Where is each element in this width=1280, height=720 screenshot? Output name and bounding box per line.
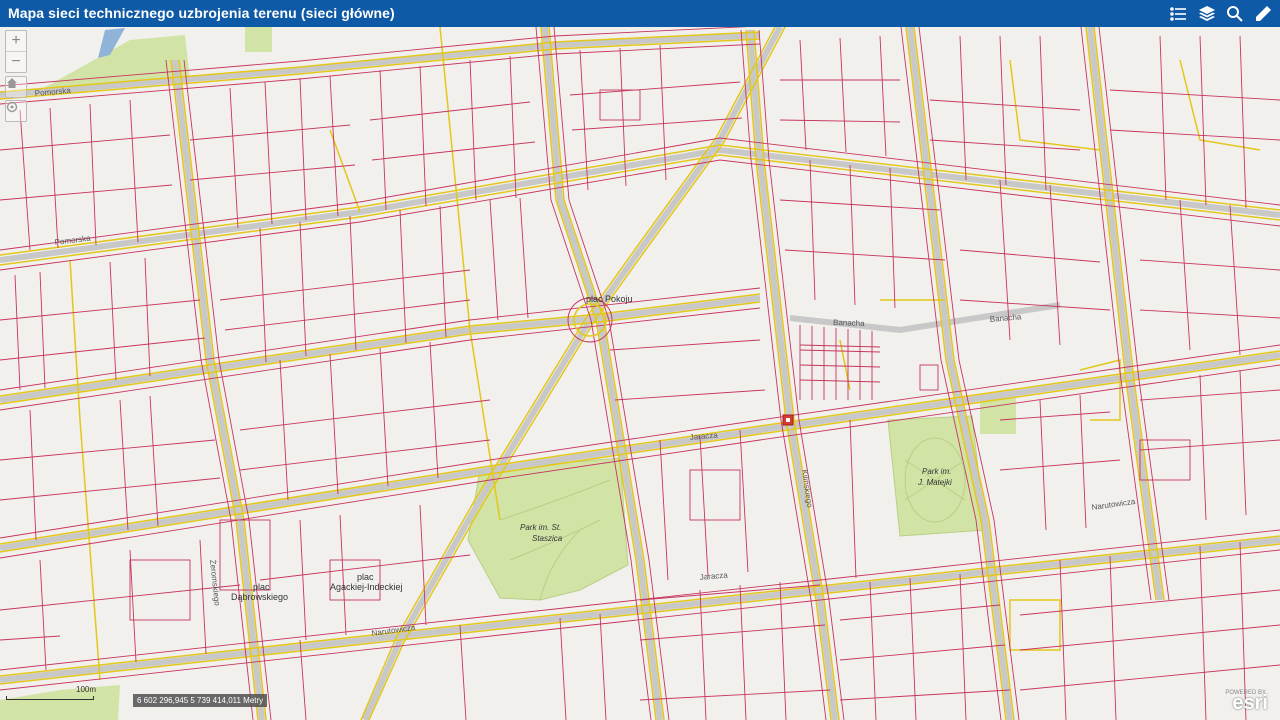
scale-label: 100m: [76, 685, 97, 694]
label-plac-dabrowskiego-1: plac: [253, 582, 270, 592]
marker-icon[interactable]: [782, 414, 794, 426]
green-strip: [245, 27, 272, 52]
green-patch: [980, 398, 1016, 434]
measure-icon[interactable]: [1252, 3, 1274, 24]
search-icon[interactable]: [1224, 3, 1246, 24]
app-title: Mapa sieci technicznego uzbrojenia teren…: [8, 5, 395, 21]
label-plac-dabrowskiego-2: Dąbrowskiego: [231, 592, 288, 602]
label-pomorska: Pomorska: [34, 86, 71, 98]
locate-button[interactable]: [5, 100, 27, 122]
label-banacha-2: Banacha: [833, 318, 865, 328]
map-layer: Pomorska Pomorska plac Pokoju Banacha Ba…: [0, 27, 1280, 720]
home-icon: [7, 78, 17, 88]
home-button[interactable]: [5, 76, 27, 98]
label-park-matejki-1: Park im.: [922, 467, 951, 476]
label-jaracza-2: Jaracza: [699, 571, 728, 582]
label-plac-agackiej-1: plac: [357, 572, 374, 582]
locate-icon: [6, 101, 18, 113]
label-plac-agackiej-2: Agackiej-Indeckiej: [330, 582, 403, 592]
scale-bar: 100m: [6, 685, 97, 700]
label-park-staszica-1: Park im. St.: [520, 523, 561, 532]
app-header: Mapa sieci technicznego uzbrojenia teren…: [0, 0, 1280, 27]
label-park-matejki-2: J. Matejki: [917, 478, 952, 487]
map-canvas[interactable]: Pomorska Pomorska plac Pokoju Banacha Ba…: [0, 27, 1280, 720]
zoom-in-button[interactable]: +: [6, 31, 26, 51]
layers-icon[interactable]: [1196, 3, 1218, 24]
label-plac-pokoju: plac Pokoju: [586, 294, 633, 304]
label-narutowicza-east: Narutowicza: [1091, 497, 1136, 512]
header-toolbar: [1168, 3, 1274, 24]
legend-icon[interactable]: [1168, 3, 1190, 24]
label-park-staszica-2: Staszica: [532, 534, 563, 543]
coordinate-text: 6 602 296,945 5 739 414,011 Metry: [137, 696, 264, 705]
coordinate-readout: 6 602 296,945 5 739 414,011 Metry: [133, 694, 268, 707]
esri-logo[interactable]: esri: [1232, 692, 1268, 715]
zoom-out-button[interactable]: −: [6, 51, 26, 72]
zoom-control: + −: [5, 30, 27, 73]
label-banacha: Banacha: [989, 312, 1022, 324]
